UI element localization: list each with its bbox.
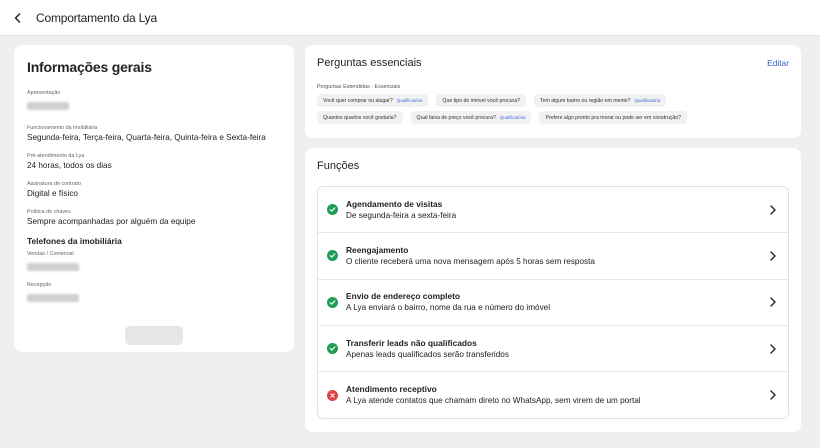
field-label: Apresentação (27, 90, 61, 96)
functions-title: Funções (317, 160, 360, 172)
question-text: Que tipo de imóvel você procura? (442, 97, 520, 104)
function-title: Reengajamento (346, 244, 409, 255)
function-title: Transferir leads não qualificados (346, 337, 477, 348)
chevron-right-icon[interactable] (767, 296, 779, 308)
question-chip[interactable]: Você quer comprar ou alugar? Qualificató… (317, 94, 429, 107)
phones-title: Telefones da imobiliária (27, 236, 122, 246)
edit-button[interactable]: Editar (767, 58, 789, 68)
field-contract-signature: Assinatura de contrato Digital e físico (27, 181, 281, 199)
placeholder-button[interactable] (125, 326, 183, 345)
question-text: Você quer comprar ou alugar? (323, 97, 393, 104)
function-description: O cliente receberá uma nova mensagem apó… (346, 256, 595, 266)
function-item-receptive[interactable]: Atendimento receptivo A Lya atende conta… (318, 372, 788, 418)
function-description: De segunda-feira a sexta-feira (346, 210, 457, 220)
question-chip[interactable]: Tem algum bairro ou região em mente? Qua… (534, 94, 667, 107)
chevron-right-icon[interactable] (767, 204, 779, 216)
redacted-value (27, 102, 69, 110)
chevron-right-icon[interactable] (767, 389, 779, 401)
function-item-full-address[interactable]: Envio de endereço completo A Lya enviará… (318, 280, 788, 326)
field-business-hours: Funcionamento da imobiliária Segunda-fei… (27, 125, 281, 143)
question-text: Tem algum bairro ou região em mente? (540, 97, 631, 104)
field-value: Digital e físico (27, 189, 78, 198)
redacted-phone (27, 294, 79, 302)
qualifier-tag: Qualificatória (396, 98, 423, 103)
field-value: 24 horas, todos os dias (27, 161, 112, 170)
qualifier-tag: Qualificatória (634, 98, 661, 103)
function-item-scheduling[interactable]: Agendamento de visitas De segunda-feira … (318, 187, 788, 234)
field-label: Política de chaves (27, 209, 71, 215)
check-circle-icon (327, 296, 338, 308)
question-chip[interactable]: Prefere algo pronto pra morar ou pode se… (539, 111, 688, 124)
function-description: Apenas leads qualificados serão transfer… (346, 349, 509, 359)
field-value: Sempre acompanhadas por alguém da equipe (27, 217, 196, 226)
function-item-transfer-leads[interactable]: Transferir leads não qualificados Apenas… (318, 326, 788, 373)
page-title: Comportamento da Lya (36, 10, 157, 25)
question-chip[interactable]: Que tipo de imóvel você procura? (436, 94, 526, 107)
function-item-reengagement[interactable]: Reengajamento O cliente receberá uma nov… (318, 233, 788, 280)
field-label: Pré-atendimento da Lya (27, 153, 85, 159)
field-presentation: Apresentação (27, 90, 281, 115)
essential-questions-card: Perguntas essenciais Editar Perguntas Es… (305, 45, 801, 138)
top-bar: Comportamento da Lya (0, 0, 820, 36)
check-circle-icon (327, 343, 338, 355)
qualifier-tag: Qualificatória (499, 115, 526, 120)
check-circle-icon (327, 250, 338, 262)
question-text: Quantos quartos você gostaria? (323, 114, 397, 121)
chevron-right-icon[interactable] (767, 250, 779, 262)
field-label: Funcionamento da imobiliária (27, 125, 98, 131)
chevron-right-icon[interactable] (767, 343, 779, 355)
field-value: Segunda-feira, Terça-feira, Quarta-feira… (27, 133, 266, 142)
redacted-phone (27, 263, 79, 271)
question-chip-row: Você quer comprar ou alugar? Qualificató… (317, 94, 789, 107)
question-text: Qual faixa de preço você procura? (416, 114, 496, 121)
check-circle-icon (327, 204, 338, 216)
field-label: Assinatura de contrato (27, 181, 81, 187)
question-chip-row: Quantos quartos você gostaria? Qual faix… (317, 111, 789, 124)
field-pre-service: Pré-atendimento da Lya 24 horas, todos o… (27, 153, 281, 171)
general-info-card: Informações gerais Apresentação Funciona… (14, 45, 294, 352)
function-description: A Lya enviará o bairro, nome da rua e nú… (346, 303, 551, 313)
field-label: Vendas / Comercial (27, 251, 74, 257)
phone-sales: Vendas / Comercial (27, 251, 281, 276)
function-title: Atendimento receptivo (346, 384, 437, 395)
essential-subtitle: Perguntas Estendidas - Essenciais (317, 84, 401, 90)
functions-card: Funções Agendamento de visitas De segund… (305, 148, 801, 432)
function-description: A Lya atende contatos que chamam direto … (346, 396, 641, 406)
question-text: Prefere algo pronto pra morar ou pode se… (545, 114, 682, 121)
essential-questions-title: Perguntas essenciais (317, 57, 422, 69)
function-title: Envio de endereço completo (346, 291, 461, 302)
functions-list: Agendamento de visitas De segunda-feira … (317, 186, 789, 420)
field-label: Recepção (27, 282, 52, 288)
question-chip[interactable]: Qual faixa de preço você procura? Qualif… (410, 111, 532, 124)
function-title: Agendamento de visitas (346, 198, 443, 209)
general-info-title: Informações gerais (27, 59, 152, 75)
back-arrow-icon[interactable] (10, 10, 26, 26)
x-circle-icon (327, 389, 338, 401)
question-chip[interactable]: Quantos quartos você gostaria? (317, 111, 403, 124)
phone-reception: Recepção (27, 282, 281, 307)
field-key-policy: Política de chaves Sempre acompanhadas p… (27, 209, 281, 227)
